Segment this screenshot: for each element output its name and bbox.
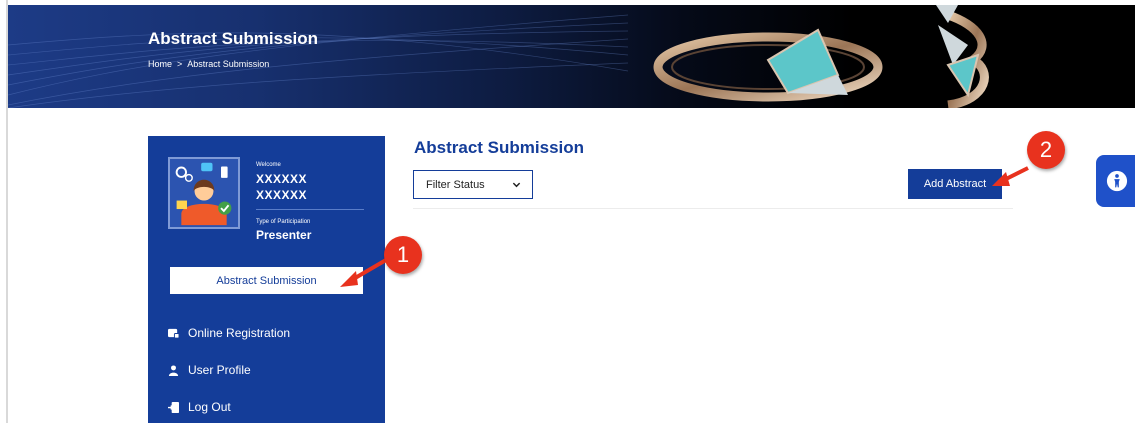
annotation-callout-2: 2 <box>1027 131 1065 169</box>
support-agent-icon <box>175 162 232 226</box>
banner-decoration <box>8 14 628 108</box>
filter-status-value: Filter Status <box>426 178 485 191</box>
user-name-line2: XXXXXX <box>256 188 308 202</box>
sidebar-item-log-out[interactable]: Log Out <box>168 400 231 414</box>
breadcrumb: Home > Abstract Submission <box>148 59 269 69</box>
sidebar-item-label: Online Registration <box>188 326 291 340</box>
jewelry-image <box>653 5 989 108</box>
add-abstract-button[interactable]: Add Abstract <box>908 169 1002 199</box>
profile-divider <box>256 209 364 210</box>
banner-title: Abstract Submission <box>148 29 319 48</box>
accessibility-icon <box>1106 170 1128 192</box>
sidebar-item-online-registration[interactable]: Online Registration <box>168 326 290 340</box>
user-icon <box>168 364 179 376</box>
sidebar-item-label: Log Out <box>188 400 231 414</box>
abstract-submission-button[interactable]: Abstract Submission <box>170 267 363 294</box>
logout-icon <box>168 401 179 413</box>
user-name-line1: XXXXXX <box>256 172 308 186</box>
sidebar-item-user-profile[interactable]: User Profile <box>168 363 251 377</box>
chevron-down-icon <box>512 182 521 188</box>
welcome-label: Welcome <box>256 162 281 168</box>
accessibility-button[interactable] <box>1096 155 1135 207</box>
breadcrumb-home-link[interactable]: Home <box>148 59 172 69</box>
sidebar-item-label: User Profile <box>188 363 251 377</box>
breadcrumb-current: Abstract Submission <box>187 59 270 69</box>
user-name: XXXXXX XXXXXX <box>256 171 307 203</box>
annotation-callout-1: 1 <box>384 236 422 274</box>
registration-icon <box>168 328 179 339</box>
avatar <box>168 157 240 229</box>
participation-type-value: Presenter <box>256 228 312 242</box>
page-title: Abstract Submission <box>414 138 585 157</box>
breadcrumb-separator: > <box>177 59 183 69</box>
filter-status-select[interactable]: Filter Status <box>413 170 533 199</box>
content-divider <box>413 208 1013 209</box>
page: Abstract Submission Home > Abstract Subm… <box>0 0 1135 423</box>
participation-type-label: Type of Participation <box>256 219 311 225</box>
page-banner: Abstract Submission Home > Abstract Subm… <box>8 5 1135 108</box>
sidebar: Welcome XXXXXX XXXXXX Type of Participat… <box>148 136 385 423</box>
